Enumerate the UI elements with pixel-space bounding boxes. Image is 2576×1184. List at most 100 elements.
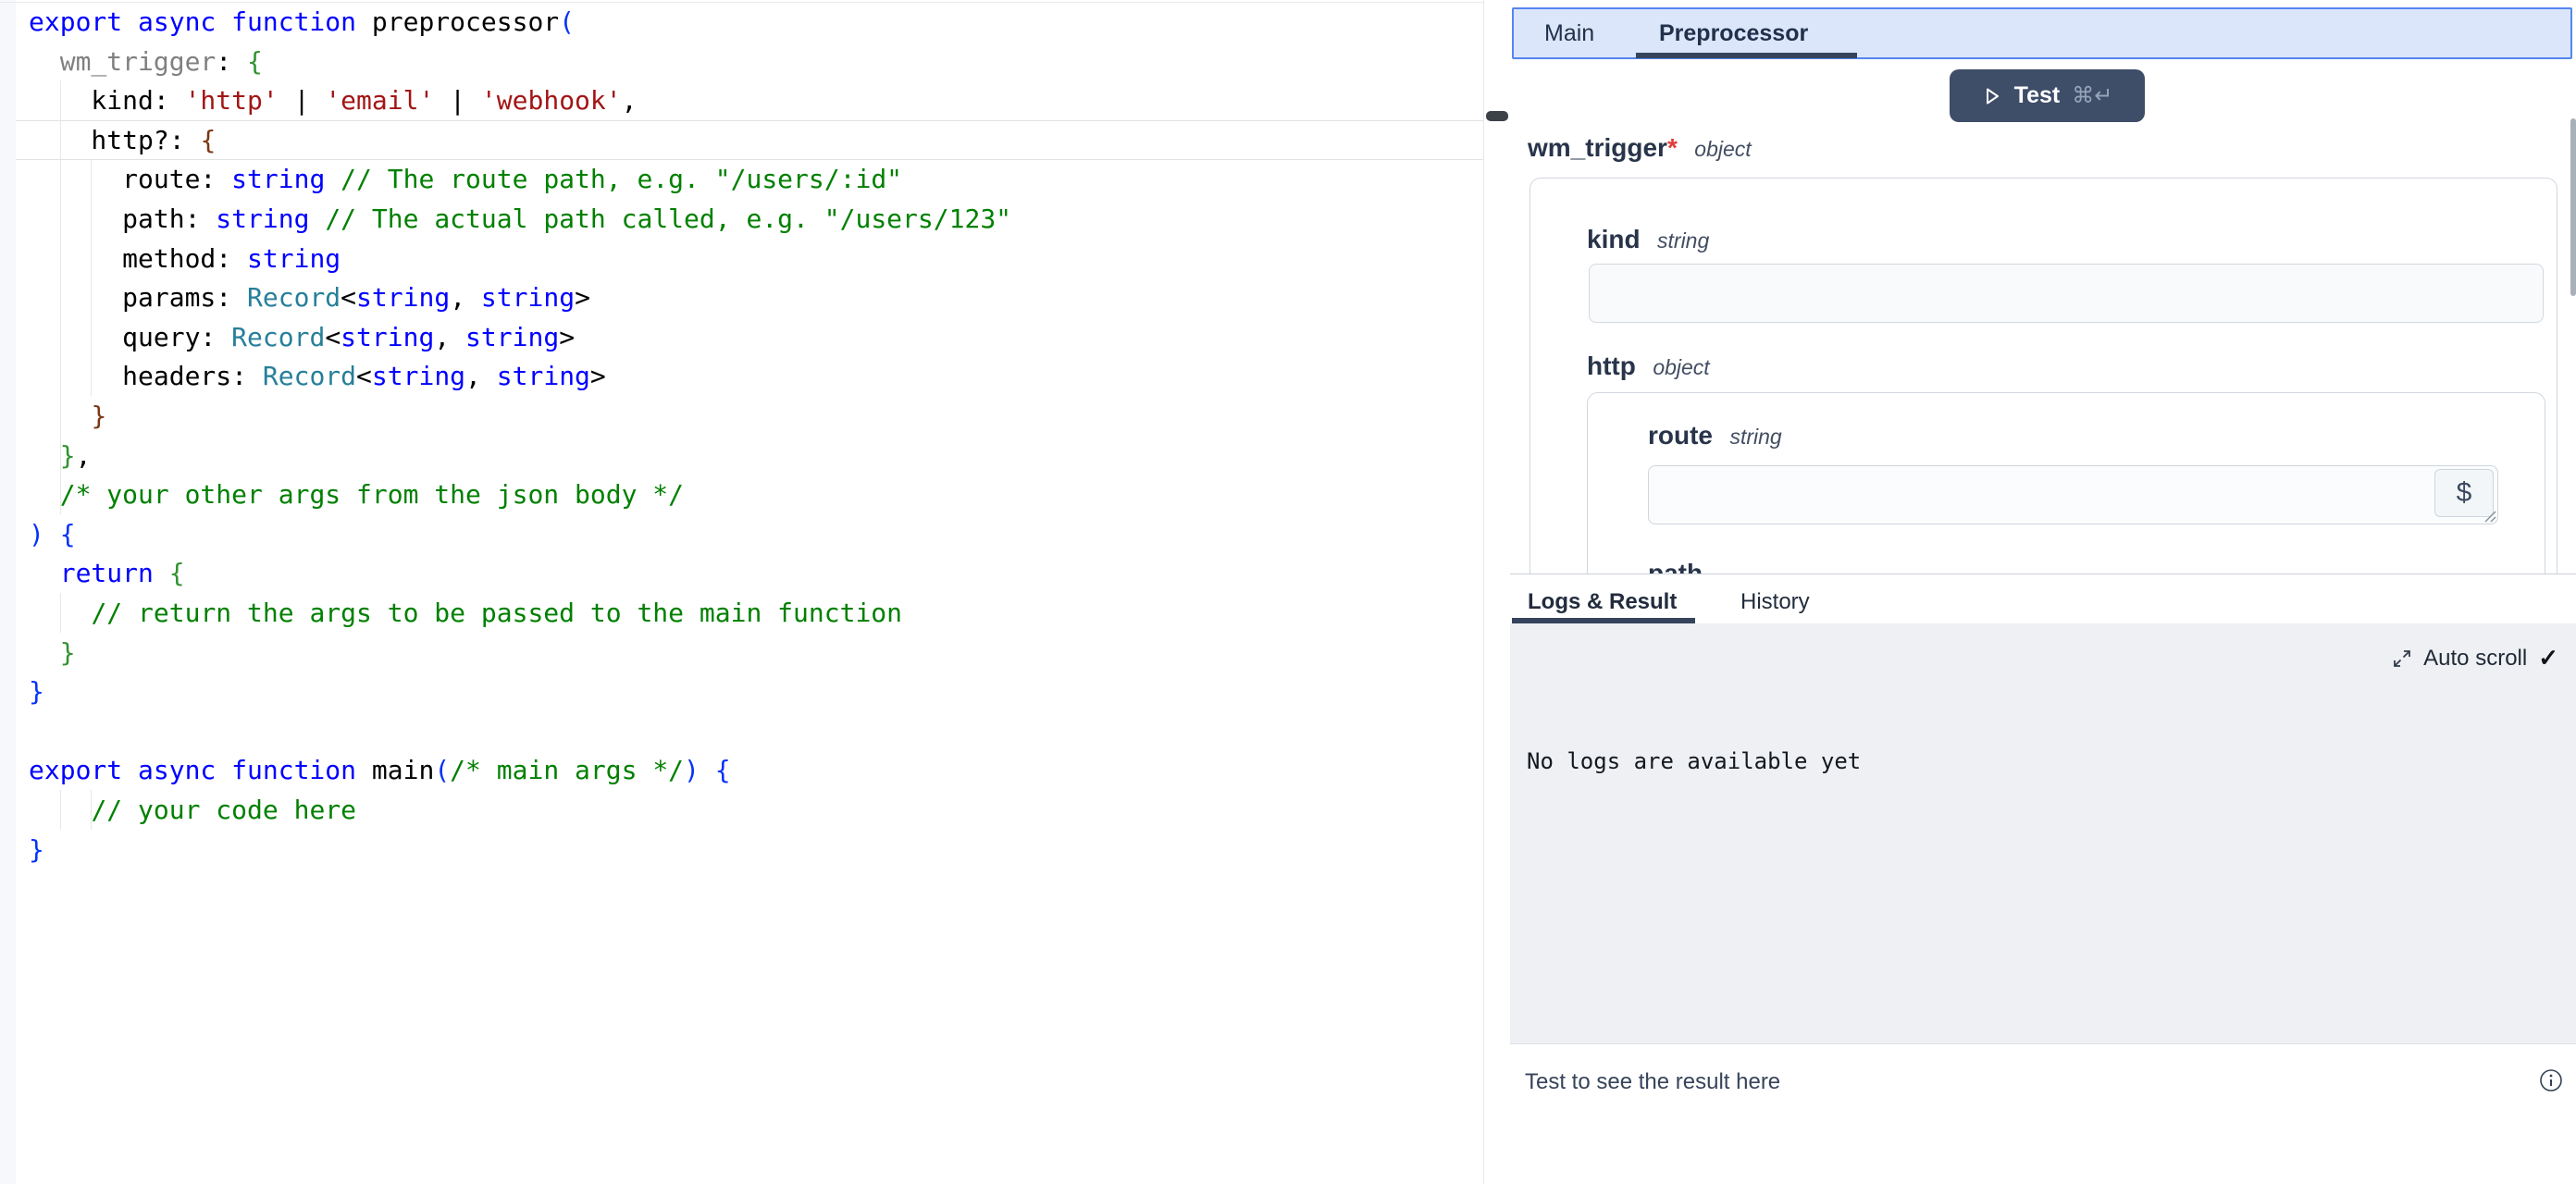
kind-name: kind	[1587, 225, 1641, 253]
code-token: main	[356, 755, 434, 785]
resize-handle-icon[interactable]	[2483, 509, 2497, 524]
code-token: {	[715, 755, 731, 785]
code-line[interactable]: ) {	[29, 514, 76, 554]
code-token: string	[356, 282, 450, 313]
code-token: ,	[76, 440, 92, 471]
http-field-header: http object	[1587, 352, 1710, 381]
code-token: >	[559, 322, 575, 352]
autoscroll-control[interactable]: Auto scroll ✓	[2392, 644, 2558, 672]
code-line[interactable]: http?: {	[29, 120, 216, 160]
test-button-label: Test	[2014, 82, 2061, 109]
code-token: string	[465, 322, 559, 352]
code-token: Record	[263, 361, 356, 391]
path-field-header: path	[1648, 559, 1703, 574]
code-token: export async function	[29, 755, 356, 785]
kind-input[interactable]	[1589, 264, 2544, 323]
code-token: ,	[450, 282, 481, 313]
code-token: <	[325, 322, 341, 352]
no-logs-message: No logs are available yet	[1527, 748, 1861, 774]
code-token	[29, 598, 91, 628]
code-token: route:	[29, 164, 231, 194]
code-line[interactable]: path: string // The actual path called, …	[29, 199, 1011, 239]
current-line-highlight	[16, 120, 1483, 160]
code-token	[154, 558, 169, 588]
route-input[interactable]	[1648, 465, 2498, 524]
tab-logs-result[interactable]: Logs & Result	[1528, 582, 1677, 623]
logs-area: Auto scroll ✓ No logs are available yet	[1510, 623, 2576, 1044]
code-token	[29, 46, 60, 77]
overview-ruler-cursor-marker	[1486, 111, 1508, 121]
code-token: (	[559, 6, 575, 37]
code-line[interactable]: params: Record<string, string>	[29, 278, 590, 317]
arg-type: object	[1694, 137, 1751, 161]
code-token: }	[29, 834, 44, 865]
code-token	[29, 401, 91, 431]
tab-history[interactable]: History	[1740, 582, 1810, 623]
code-editor[interactable]: export async function preprocessor( wm_t…	[0, 0, 1510, 1184]
code-token: )	[29, 519, 44, 549]
info-icon[interactable]	[2539, 1068, 2563, 1092]
code-line[interactable]: query: Record<string, string>	[29, 317, 575, 357]
code-token: method:	[29, 243, 247, 274]
code-line[interactable]: export async function preprocessor(	[29, 2, 575, 42]
code-token: string	[216, 204, 309, 234]
code-token	[29, 479, 60, 510]
code-token: string	[341, 322, 434, 352]
kind-type: string	[1657, 228, 1709, 253]
code-token: Record	[231, 322, 325, 352]
kind-field-header: kind string	[1587, 225, 1709, 254]
expand-icon[interactable]	[2392, 648, 2412, 669]
autoscroll-label: Auto scroll	[2423, 646, 2527, 672]
code-token: /* main args */	[450, 755, 684, 785]
code-token	[700, 755, 715, 785]
code-token	[309, 204, 325, 234]
code-token: }	[60, 637, 76, 668]
code-line[interactable]: }	[29, 672, 44, 711]
code-token: Record	[247, 282, 341, 313]
code-token: ,	[465, 361, 497, 391]
test-button[interactable]: Test ⌘↵	[1950, 69, 2145, 122]
code-line[interactable]: /* your other args from the json body */	[29, 475, 684, 514]
required-star: *	[1667, 133, 1678, 162]
code-token: |	[279, 85, 326, 116]
code-token: path:	[29, 204, 216, 234]
code-line[interactable]: headers: Record<string, string>	[29, 356, 606, 396]
function-tabbar: Main Preprocessor	[1512, 7, 2572, 59]
code-line[interactable]: method: string	[29, 239, 341, 278]
tab-main[interactable]: Main	[1544, 9, 1594, 57]
code-token: string	[481, 282, 575, 313]
code-token: 'webhook'	[481, 85, 622, 116]
code-token: }	[60, 440, 76, 471]
code-token: ,	[434, 322, 465, 352]
code-token: >	[590, 361, 606, 391]
code-line[interactable]: // your code here	[29, 790, 356, 830]
code-token: string	[372, 361, 465, 391]
code-token: >	[575, 282, 590, 313]
code-line[interactable]: route: string // The route path, e.g. "/…	[29, 159, 902, 199]
code-token	[29, 637, 60, 668]
code-token: kind:	[29, 85, 185, 116]
code-line[interactable]: // return the args to be passed to the m…	[29, 593, 902, 633]
form-scrollbar[interactable]	[2570, 118, 2576, 296]
code-token: <	[341, 282, 356, 313]
tab-preprocessor[interactable]: Preprocessor	[1659, 9, 1808, 57]
code-line[interactable]: wm_trigger: {	[29, 42, 263, 81]
code-line[interactable]: kind: 'http' | 'email' | 'webhook',	[29, 80, 637, 120]
editor-glyph-margin	[0, 0, 16, 1184]
code-token: string	[497, 361, 590, 391]
code-line[interactable]: return {	[29, 553, 185, 593]
code-token: /* your other args from the json body */	[60, 479, 684, 510]
code-token: // your code here	[91, 795, 356, 825]
preprocessor-panel: Main Preprocessor Test ⌘↵ wm_trigger* ob…	[1510, 0, 2576, 574]
code-token: export async function	[29, 6, 356, 37]
code-line[interactable]: },	[29, 436, 91, 475]
route-type: string	[1729, 425, 1781, 449]
code-token: }	[29, 676, 44, 707]
code-token: // The route path, e.g. "/users/:id"	[341, 164, 902, 194]
code-line[interactable]: export async function main(/* main args …	[29, 750, 731, 790]
route-input-wrap: $	[1648, 465, 2498, 524]
code-line[interactable]: }	[29, 396, 106, 436]
code-line[interactable]: }	[29, 633, 76, 672]
code-line[interactable]: }	[29, 830, 44, 870]
code-token	[29, 440, 60, 471]
